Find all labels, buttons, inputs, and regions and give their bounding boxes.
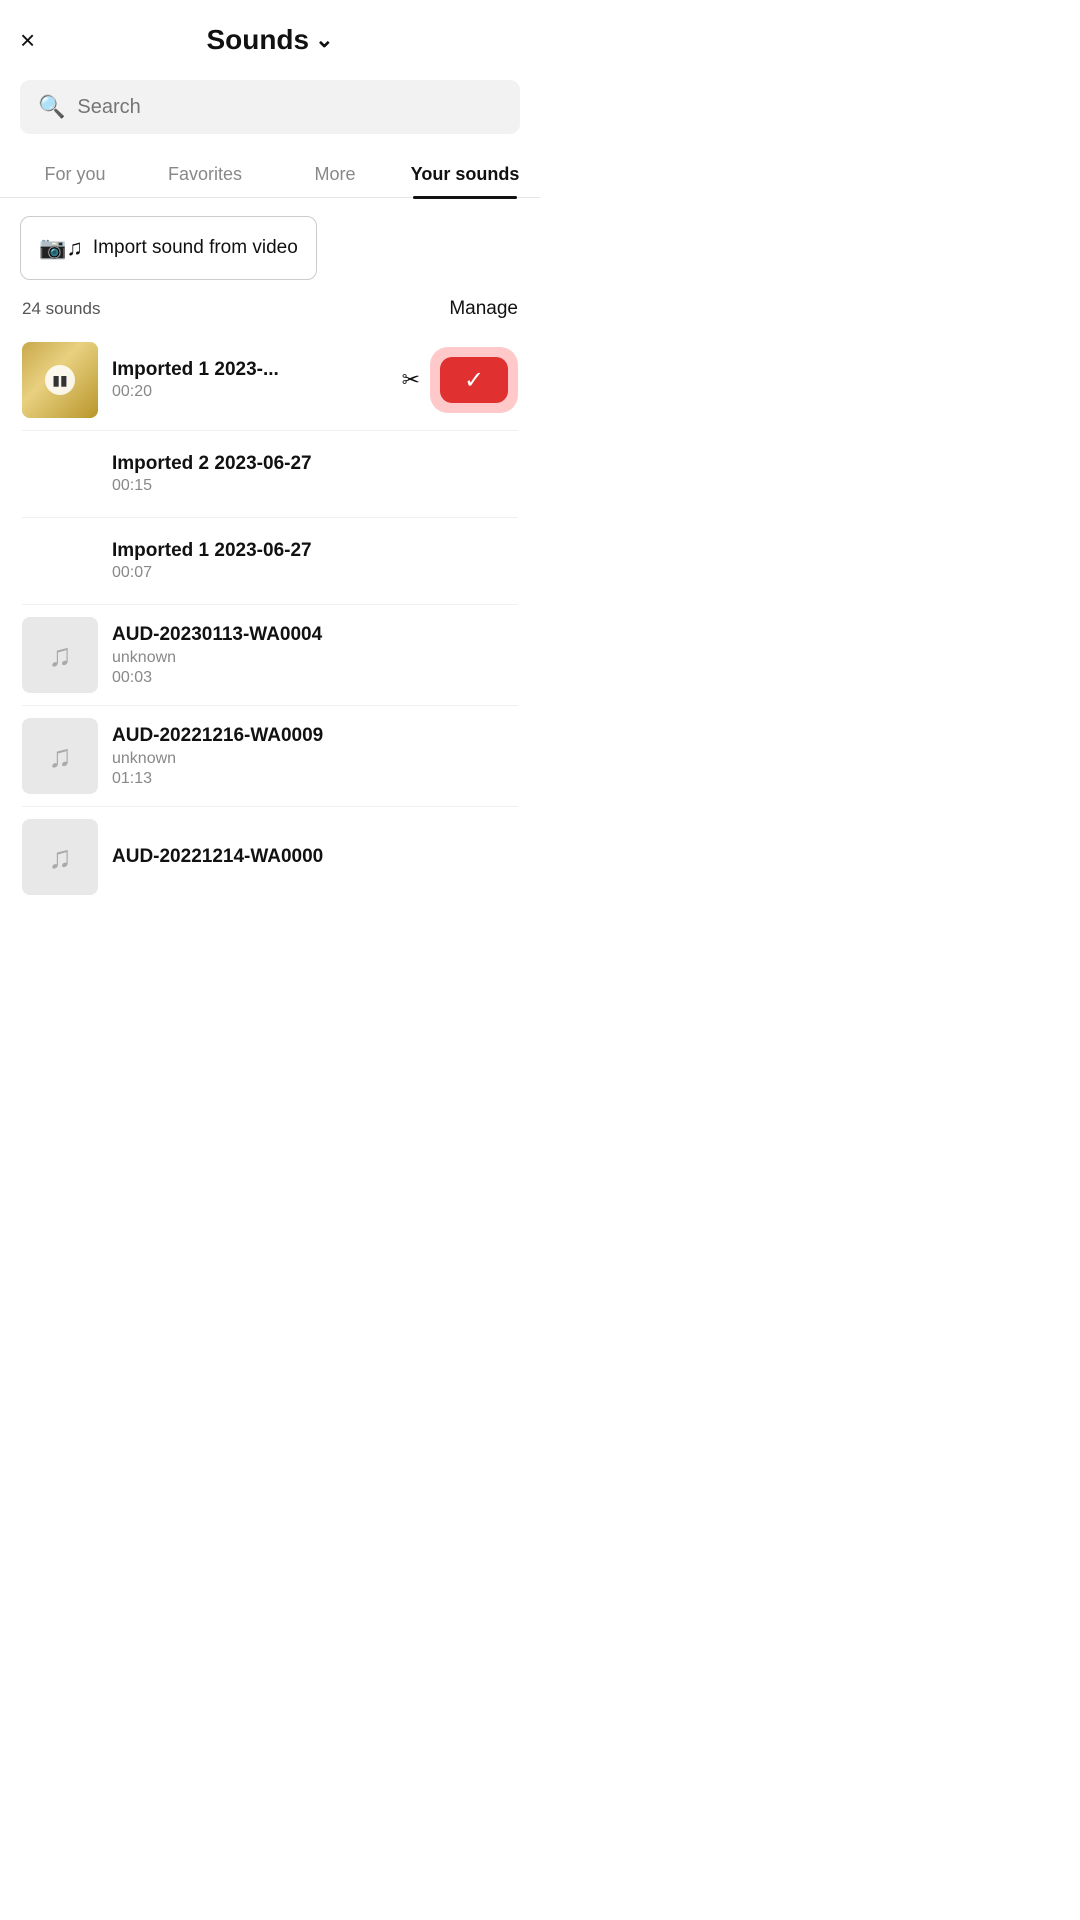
thumbnail: ♫ <box>22 819 98 895</box>
sound-name: AUD-20230113-WA0004 <box>112 624 518 646</box>
sound-name: Imported 1 2023-... <box>112 359 388 381</box>
item-actions: ✂ ✓ <box>402 347 518 413</box>
check-button-highlight: ✓ <box>430 347 518 413</box>
thumbnail: ♫ <box>22 718 98 794</box>
close-button[interactable]: × <box>20 27 35 53</box>
search-input[interactable] <box>77 96 502 119</box>
import-button-label: Import sound from video <box>93 237 298 259</box>
count-row: 24 sounds Manage <box>0 294 540 330</box>
chevron-down-icon[interactable]: ⌄ <box>315 27 333 53</box>
sound-duration: 00:20 <box>112 383 388 401</box>
sound-duration: 00:03 <box>112 669 518 687</box>
header: × Sounds ⌄ <box>0 0 540 72</box>
tab-favorites[interactable]: Favorites <box>140 150 270 197</box>
scissors-icon[interactable]: ✂ <box>402 367 420 393</box>
manage-button[interactable]: Manage <box>449 298 518 320</box>
music-note-icon: ♫ <box>48 839 72 876</box>
music-note-icon: ♫ <box>48 738 72 775</box>
sound-info: AUD-20230113-WA0004 unknown 00:03 <box>112 624 518 687</box>
sound-info: Imported 2 2023-06-27 00:15 <box>112 453 518 495</box>
title-text: Sounds <box>206 24 309 56</box>
sound-info: Imported 1 2023-06-27 00:07 <box>112 540 518 582</box>
list-item: ♫ AUD-20221216-WA0009 unknown 01:13 <box>0 706 540 806</box>
page-title: Sounds ⌄ <box>206 24 333 56</box>
list-item: ♫ AUD-20230113-WA0004 unknown 00:03 <box>0 605 540 705</box>
pause-icon[interactable]: ▮▮ <box>45 365 75 395</box>
thumbnail: ▮▮ <box>22 342 98 418</box>
sound-duration: 00:07 <box>112 564 518 582</box>
checkmark-icon: ✓ <box>464 366 484 395</box>
thumbnail: ♫ <box>22 617 98 693</box>
sound-info: AUD-20221214-WA0000 <box>112 846 518 868</box>
sound-info: Imported 1 2023-... 00:20 <box>112 359 388 401</box>
sound-name: Imported 1 2023-06-27 <box>112 540 518 562</box>
list-item: ▮▮ Imported 1 2023-... 00:20 ✂ ✓ <box>0 330 540 430</box>
sound-meta: unknown <box>112 750 518 768</box>
sounds-count: 24 sounds <box>22 299 100 319</box>
sound-name: AUD-20221216-WA0009 <box>112 725 518 747</box>
tabs-container: For you Favorites More Your sounds <box>0 150 540 198</box>
list-item: Imported 2 2023-06-27 00:15 <box>0 431 540 517</box>
import-icon: 📷♫ <box>39 235 83 261</box>
sound-info: AUD-20221216-WA0009 unknown 01:13 <box>112 725 518 788</box>
list-item: Imported 1 2023-06-27 00:07 <box>0 518 540 604</box>
sound-name: Imported 2 2023-06-27 <box>112 453 518 475</box>
music-note-icon: ♫ <box>48 637 72 674</box>
sound-name: AUD-20221214-WA0000 <box>112 846 518 868</box>
tab-more[interactable]: More <box>270 150 400 197</box>
tab-your-sounds[interactable]: Your sounds <box>400 150 530 197</box>
sound-meta: unknown <box>112 649 518 667</box>
search-icon: 🔍 <box>38 94 65 120</box>
sound-list: ▮▮ Imported 1 2023-... 00:20 ✂ ✓ Importe… <box>0 330 540 937</box>
sound-duration: 00:15 <box>112 477 518 495</box>
tab-for-you[interactable]: For you <box>10 150 140 197</box>
list-item: ♫ AUD-20221214-WA0000 <box>0 807 540 907</box>
sound-duration: 01:13 <box>112 770 518 788</box>
import-sound-button[interactable]: 📷♫ Import sound from video <box>20 216 317 280</box>
check-button[interactable]: ✓ <box>440 357 508 403</box>
search-bar: 🔍 <box>20 80 520 134</box>
